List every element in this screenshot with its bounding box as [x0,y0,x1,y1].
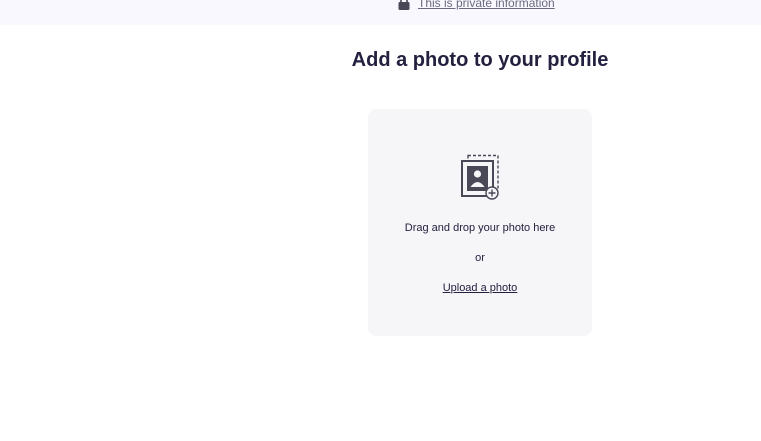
lock-icon [398,0,410,10]
drag-drop-text: Drag and drop your photo here [404,222,556,234]
top-banner: This is private information [0,0,761,25]
add-photo-icon [461,154,501,202]
photo-dropzone[interactable]: Drag and drop your photo here or Upload … [368,109,592,336]
private-info-notice: This is private information [398,0,555,10]
or-separator: or [475,252,485,264]
upload-photo-link[interactable]: Upload a photo [368,281,592,295]
page-title: Add a photo to your profile [351,49,609,71]
private-info-link[interactable]: This is private information [418,0,555,10]
